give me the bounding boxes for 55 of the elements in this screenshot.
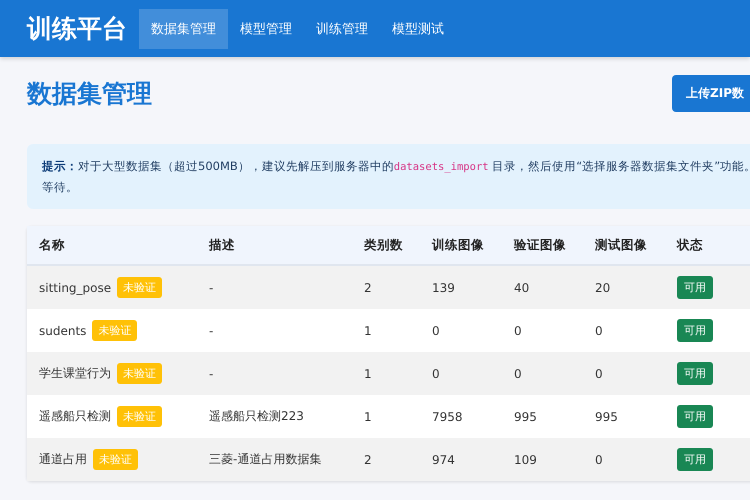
table-cell: 通道占用 <box>39 451 87 468</box>
table-cell-text: 1 <box>364 410 373 424</box>
table-cell-text: 0 <box>595 324 604 338</box>
table-cell: sitting_pose <box>39 280 112 294</box>
table-cell-text: 0 <box>514 324 523 338</box>
column-header: 状态 <box>677 236 704 254</box>
status-badge: 可用 <box>677 405 713 428</box>
status-badge: 可用 <box>677 276 713 299</box>
table-cell: 遥感船只检测 <box>39 408 111 425</box>
column-header: 类别数 <box>364 236 404 254</box>
table-cell-text: - <box>209 366 214 380</box>
nav-tab[interactable]: 数据集管理 <box>139 8 228 48</box>
table-cell-text: 0 <box>432 324 441 338</box>
table-cell-text: 2 <box>364 280 373 294</box>
status-badge: 可用 <box>677 448 713 471</box>
verification-badge: 未验证 <box>92 320 138 341</box>
table-cell-text: 974 <box>432 452 456 466</box>
table-cell: sudents <box>39 324 86 338</box>
table-cell-text: 1 <box>364 366 373 380</box>
table-cell-text: 0 <box>432 366 441 380</box>
table-cell-text: - <box>209 280 214 294</box>
page-title: 数据集管理 <box>27 78 152 110</box>
upload-button[interactable]: 上传ZIP数 <box>672 75 750 112</box>
table-cell-text: 0 <box>595 366 604 380</box>
table-cell-text: 139 <box>432 280 456 294</box>
table-cell-text: - <box>209 324 214 338</box>
column-header: 训练图像 <box>432 236 485 254</box>
verification-badge: 未验证 <box>93 449 138 470</box>
app-title: 训练平台 <box>27 13 127 45</box>
table-cell: 学生课堂行为 <box>39 365 111 382</box>
nav-tab[interactable]: 训练管理 <box>304 8 380 48</box>
table-cell-text: 1 <box>364 324 373 338</box>
column-header: 验证图像 <box>514 236 567 254</box>
table-cell-text: 995 <box>595 410 619 424</box>
table-cell-text: 20 <box>595 280 612 294</box>
nav-tab[interactable]: 模型管理 <box>228 8 304 48</box>
table-cell-text: 0 <box>514 366 523 380</box>
table-cell-text: 遥感船只检测223 <box>209 408 305 425</box>
table-cell-text: 2 <box>364 452 373 466</box>
hint-text: 提示：对于大型数据集（超过500MB），建议先解压到服务器中的datasets_import 目录，然后使用“选择服务器数据集文件夹”功能。 等待。 <box>42 158 750 196</box>
table-cell-text: 0 <box>595 452 604 466</box>
status-badge: 可用 <box>677 319 713 342</box>
table-cell-text: 40 <box>514 280 530 294</box>
status-badge: 可用 <box>677 362 713 385</box>
table-cell-text: 109 <box>514 452 538 466</box>
nav-tab[interactable]: 模型测试 <box>380 8 456 48</box>
table-cell-text: 三菱-通道占用数据集 <box>209 451 322 468</box>
column-header: 测试图像 <box>595 236 648 254</box>
verification-badge: 未验证 <box>117 363 162 384</box>
verification-badge: 未验证 <box>117 406 162 427</box>
verification-badge: 未验证 <box>117 277 162 298</box>
table-cell-text: 7958 <box>432 410 464 424</box>
table-cell-text: 995 <box>514 410 538 424</box>
column-header: 描述 <box>209 236 236 254</box>
column-header: 名称 <box>39 236 66 254</box>
